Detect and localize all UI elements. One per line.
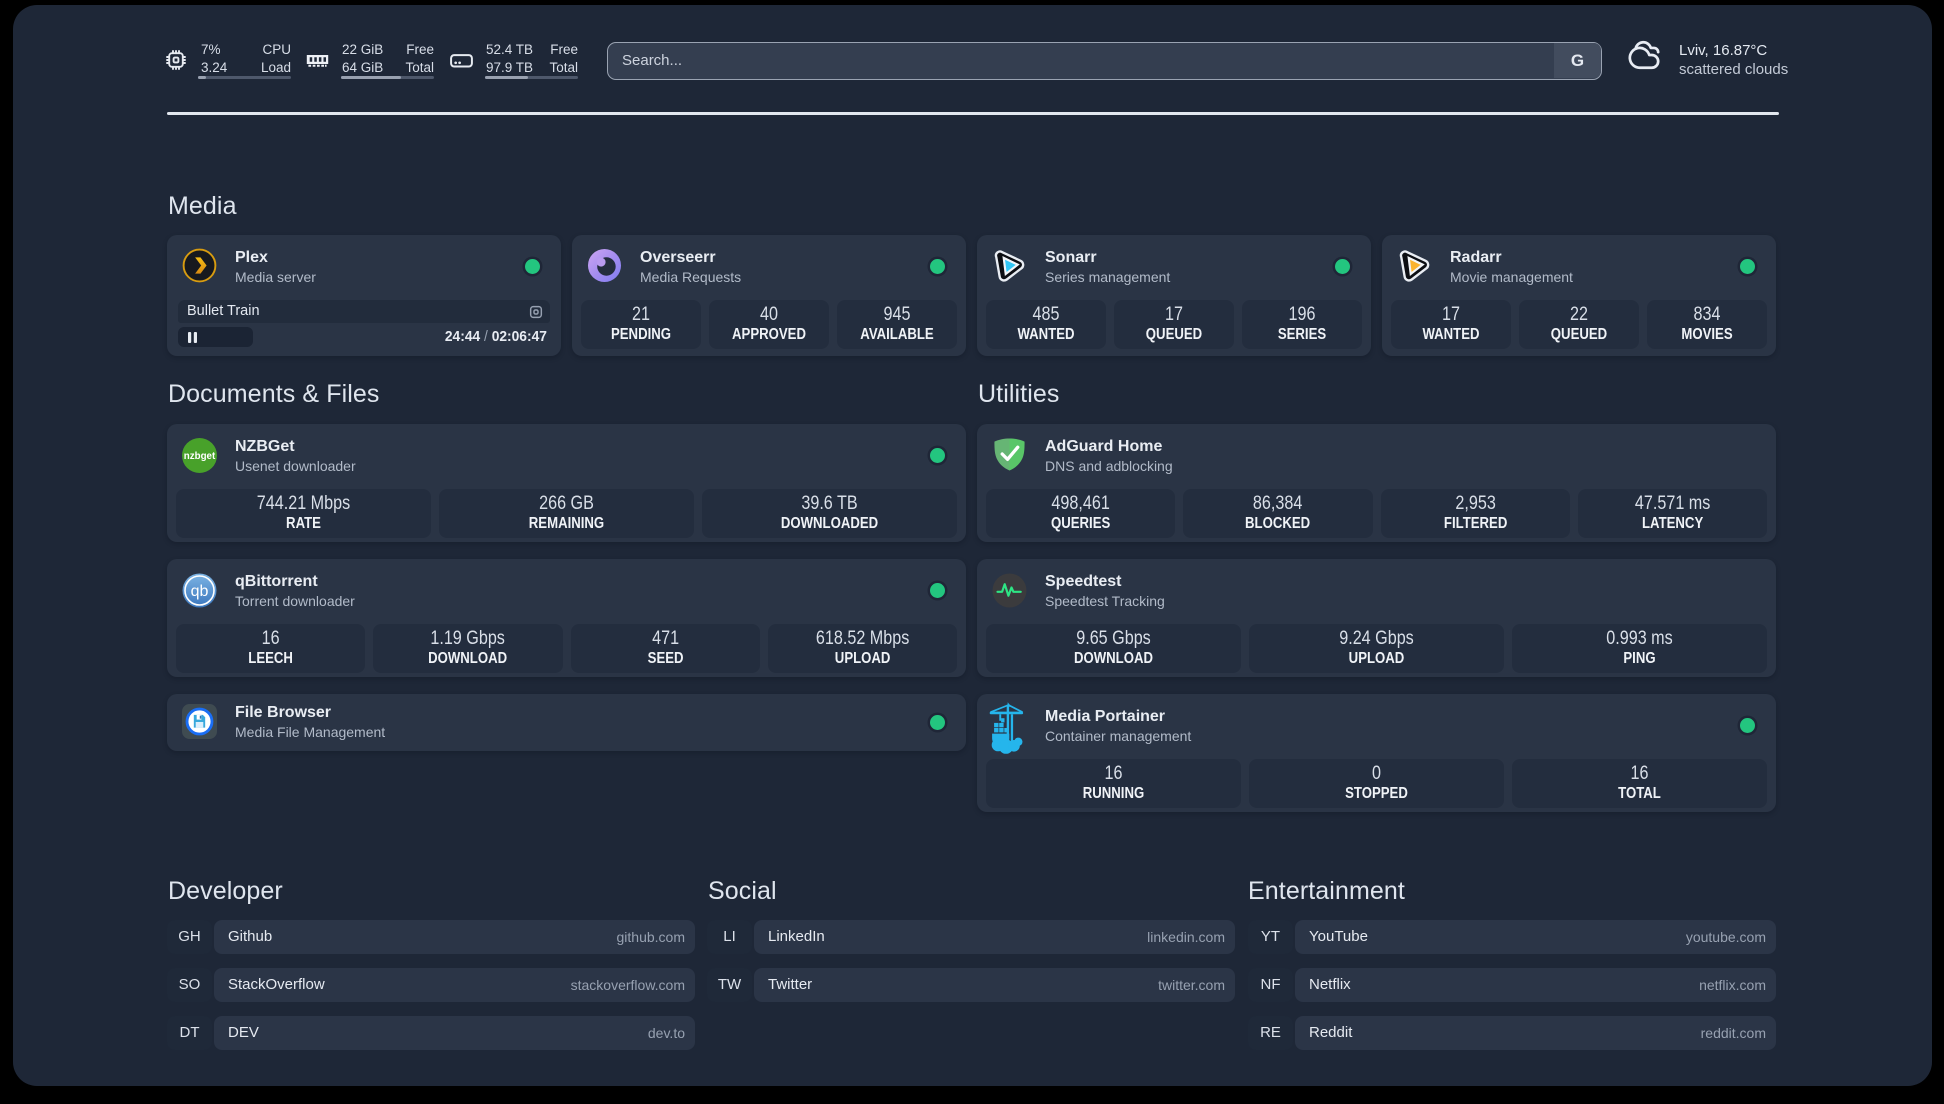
svg-text:nzbget: nzbget xyxy=(184,451,216,462)
svg-text:qb: qb xyxy=(191,583,209,600)
